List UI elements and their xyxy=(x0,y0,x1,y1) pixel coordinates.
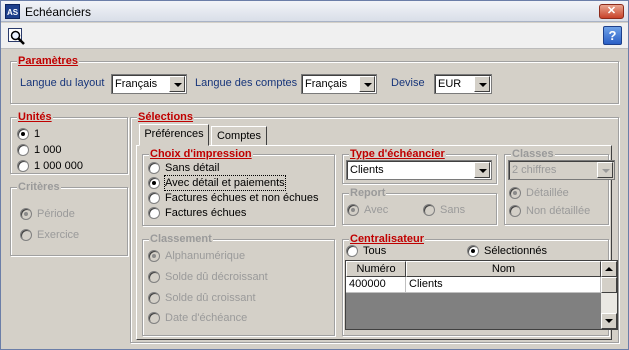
report-option-label: Sans xyxy=(440,204,466,216)
selections-group: Sélections Préférences Comptes Choix d'i… xyxy=(130,111,619,343)
langue-layout-select[interactable]: Français xyxy=(111,74,187,94)
centralisateur-option-label: Sélectionnés xyxy=(484,245,547,257)
unites-legend: Unités xyxy=(17,111,53,123)
main-content: Paramètres Langue du layout Français Lan… xyxy=(1,50,628,349)
radio-icon xyxy=(148,312,160,324)
report-legend: Report xyxy=(349,187,387,199)
choix-label: Factures échues xyxy=(165,207,247,219)
type-echeancier-value: Clients xyxy=(350,164,384,176)
classes-select: 2 chiffres xyxy=(508,160,615,180)
langue-layout-value: Français xyxy=(115,78,158,90)
classement-option-label: Solde dû décroissant xyxy=(165,271,268,283)
radio-icon xyxy=(423,204,435,216)
radio-icon[interactable] xyxy=(148,192,160,204)
centralisateur-group: Centralisateur Tous Sélectionnés Numéro … xyxy=(342,233,618,336)
tab-comptes[interactable]: Comptes xyxy=(211,126,267,146)
app-icon: AS xyxy=(5,4,20,19)
tab-panel-preferences: Choix d'impression Sans détail Avec déta… xyxy=(136,145,618,340)
column-header-numero[interactable]: Numéro xyxy=(346,261,406,277)
classement-legend: Classement xyxy=(149,233,213,245)
close-button[interactable]: ✕ xyxy=(599,4,624,19)
radio-icon xyxy=(148,292,160,304)
radio-icon xyxy=(509,205,521,217)
centralisateur-option-label: Tous xyxy=(363,245,387,257)
magnifier-icon[interactable] xyxy=(8,28,26,46)
criteres-group: Critères Période Exercice xyxy=(10,181,128,256)
radio-selected-icon[interactable] xyxy=(17,128,29,140)
unites-group: Unités 1 1 000 1 000 000 xyxy=(10,111,128,174)
column-header-nom[interactable]: Nom xyxy=(406,261,601,277)
centralisateur-table: Numéro Nom 400000 Clients xyxy=(345,260,618,330)
type-echeancier-select[interactable]: Clients xyxy=(346,160,492,180)
devise-select[interactable]: EUR xyxy=(434,74,492,94)
radio-icon xyxy=(20,229,32,241)
langue-comptes-value: Français xyxy=(305,78,348,90)
radio-selected-icon[interactable] xyxy=(467,245,479,257)
radio-icon[interactable] xyxy=(148,207,160,219)
devise-label: Devise xyxy=(391,77,425,89)
chevron-down-icon[interactable] xyxy=(474,76,490,92)
radio-icon[interactable] xyxy=(17,144,29,156)
choix-label: Sans détail xyxy=(165,162,220,174)
chevron-down-icon[interactable] xyxy=(474,162,490,178)
scroll-down-icon[interactable] xyxy=(601,313,617,329)
selections-legend: Sélections xyxy=(137,111,195,123)
classement-option-label: Date d'échéance xyxy=(165,312,248,324)
classes-option-label: Détaillée xyxy=(526,187,569,199)
vertical-scrollbar[interactable] xyxy=(601,261,617,329)
choix-impression-group: Choix d'impression Sans détail Avec déta… xyxy=(142,148,335,226)
radio-icon[interactable] xyxy=(346,245,358,257)
classes-legend: Classes xyxy=(511,148,555,160)
chevron-down-icon[interactable] xyxy=(169,76,185,92)
type-echeancier-legend: Type d'échéancier xyxy=(349,148,446,160)
choix-label: Factures échues et non échues xyxy=(165,192,319,204)
criteres-option-label: Période xyxy=(37,208,75,220)
classes-value: 2 chiffres xyxy=(512,164,557,176)
radio-selected-icon xyxy=(347,204,359,216)
langue-layout-label: Langue du layout xyxy=(20,77,105,89)
table-cell-numero[interactable]: 400000 xyxy=(346,277,406,293)
parametres-legend: Paramètres xyxy=(17,55,79,67)
parametres-group: Paramètres Langue du layout Français Lan… xyxy=(10,55,619,104)
toolbar: ? xyxy=(1,23,628,49)
langue-comptes-label: Langue des comptes xyxy=(195,77,298,89)
classes-group: Classes 2 chiffres Détaillée Non détaill… xyxy=(504,148,615,225)
classement-option-label: Solde dû croissant xyxy=(165,292,256,304)
classement-option-label: Alphanumérique xyxy=(165,250,246,262)
report-option-label: Avec xyxy=(364,204,389,216)
choix-label: Avec détail et paiements xyxy=(164,175,286,191)
window-title: Echéanciers xyxy=(25,5,92,19)
unites-option-label: 1 000 xyxy=(34,144,62,156)
devise-value: EUR xyxy=(438,78,462,90)
radio-selected-icon xyxy=(20,208,32,220)
radio-selected-icon xyxy=(148,250,160,262)
centralisateur-legend: Centralisateur xyxy=(349,233,425,245)
langue-comptes-select[interactable]: Français xyxy=(301,74,377,94)
report-group: Report Avec Sans xyxy=(342,187,497,225)
classement-group: Classement Alphanumérique Solde dû décro… xyxy=(142,233,335,336)
scroll-up-icon[interactable] xyxy=(601,261,617,277)
table-cell-nom[interactable]: Clients xyxy=(406,277,601,293)
unites-option-label: 1 000 000 xyxy=(34,160,83,172)
radio-icon[interactable] xyxy=(148,162,160,174)
chevron-down-icon[interactable] xyxy=(359,76,375,92)
choix-impression-legend: Choix d'impression xyxy=(149,148,253,160)
type-echeancier-group: Type d'échéancier Clients xyxy=(342,148,497,184)
tab-preferences[interactable]: Préférences xyxy=(139,124,209,146)
chevron-down-icon xyxy=(597,162,613,178)
radio-selected-icon[interactable] xyxy=(148,177,160,189)
criteres-legend: Critères xyxy=(17,181,61,193)
unites-option-label: 1 xyxy=(34,128,41,140)
title-bar: AS Echéanciers ✕ xyxy=(1,1,628,22)
scroll-thumb[interactable] xyxy=(601,277,617,293)
window: AS Echéanciers ✕ ? Paramètres Langue du … xyxy=(0,0,629,350)
criteres-option-label: Exercice xyxy=(37,229,80,241)
radio-icon xyxy=(148,271,160,283)
help-button[interactable]: ? xyxy=(603,26,622,45)
radio-selected-icon xyxy=(509,187,521,199)
radio-icon[interactable] xyxy=(17,160,29,172)
classes-option-label: Non détaillée xyxy=(526,205,591,217)
